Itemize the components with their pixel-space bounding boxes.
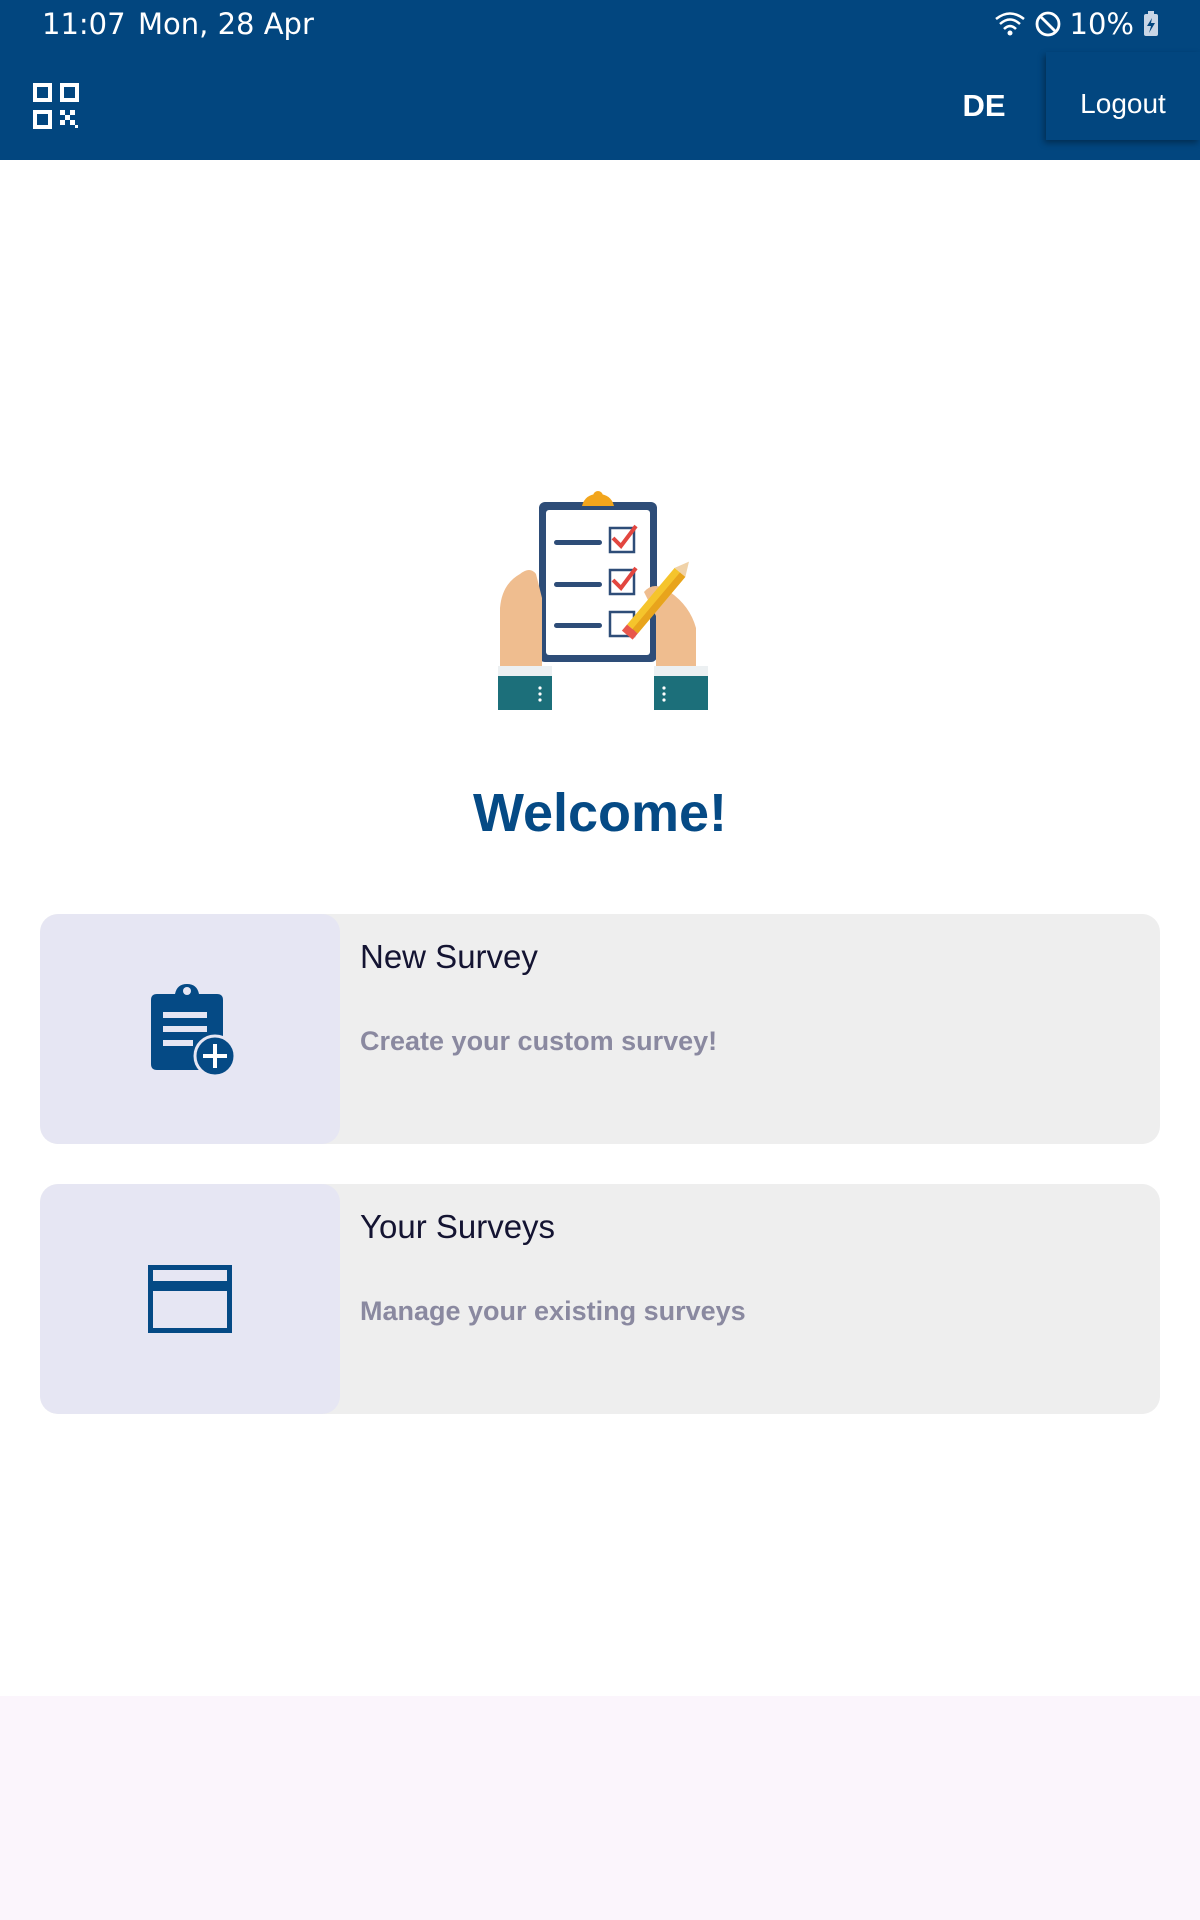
status-bar: 11:07 Mon, 28 Apr 10% [0,0,1200,52]
do-not-disturb-icon [1035,11,1060,37]
clipboard-add-icon [151,984,237,1078]
battery-percent: 10% [1069,7,1134,41]
card-title: Your Surveys [360,1208,556,1245]
card-icon-panel [40,1184,340,1414]
new-survey-card[interactable]: New Survey Create your custom survey! [40,914,1160,1144]
qr-scan-button[interactable] [32,82,80,130]
language-toggle-button[interactable]: DE [940,82,1028,130]
card-title: New Survey [360,938,538,975]
qr-code-icon [33,83,79,129]
battery-charging-icon [1144,11,1158,36]
logout-button[interactable]: Logout [1046,52,1200,140]
wifi-icon [994,12,1025,36]
status-time: 11:07 [42,7,126,41]
status-date: Mon, 28 Apr [138,7,314,41]
status-icons: 10% [994,7,1160,41]
bottom-background [0,1696,1200,1920]
your-surveys-card[interactable]: Your Surveys Manage your existing survey… [40,1184,1160,1414]
card-icon-panel [40,914,340,1144]
welcome-heading: Welcome! [472,783,728,843]
clipboard-checklist-illustration [484,488,724,724]
card-subtitle: Manage your existing surveys [360,1296,746,1326]
app-bar: DE Logout [0,52,1200,160]
card-list-icon [148,1265,232,1333]
card-subtitle: Create your custom survey! [360,1026,718,1056]
